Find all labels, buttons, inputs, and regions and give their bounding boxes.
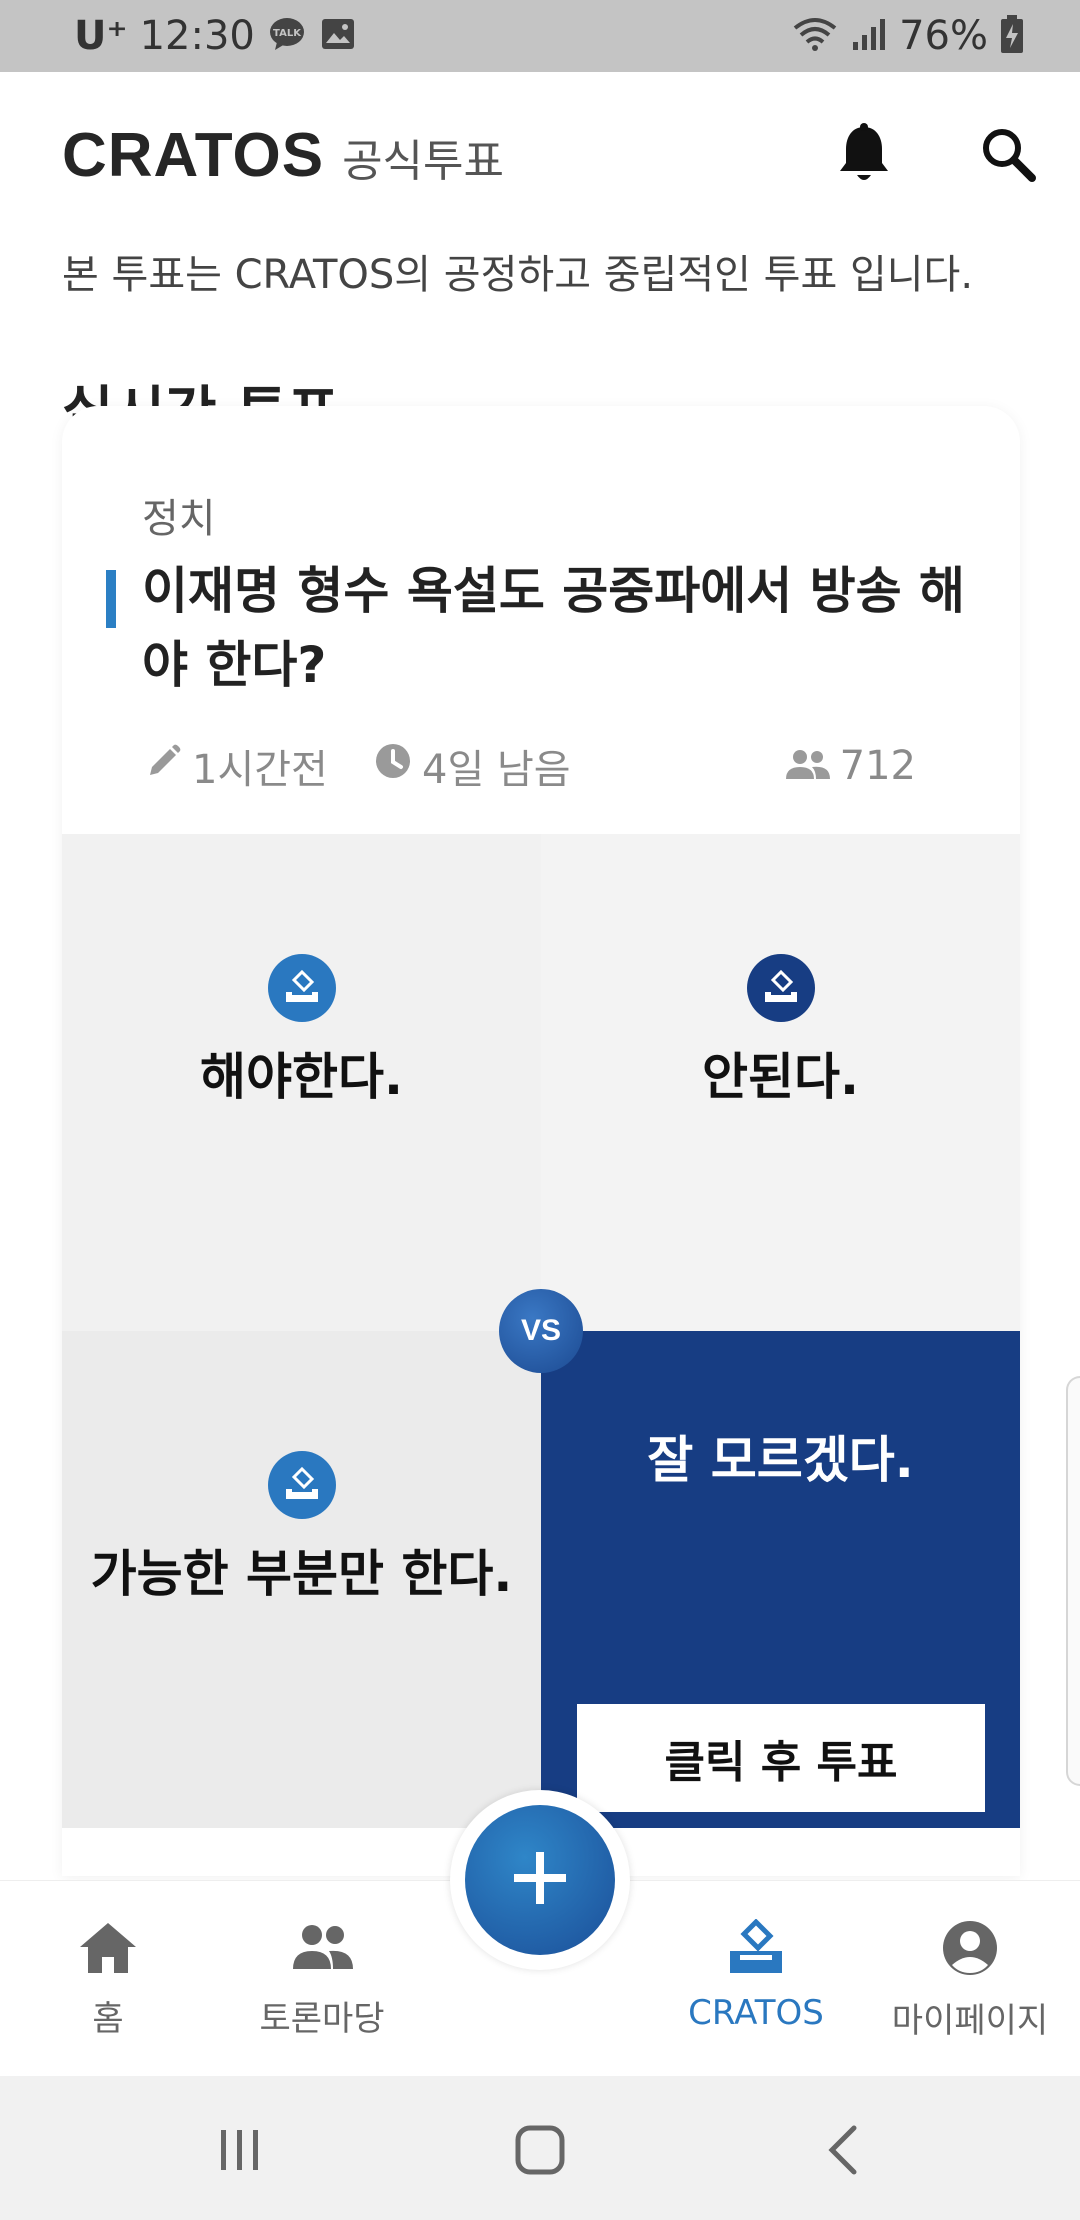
poll-card[interactable]: 정치 이재명 형수 욕설도 공중파에서 방송 해야 한다? 1시간전 4일 남음… <box>62 406 1020 1876</box>
system-home-button[interactable] <box>500 2112 580 2192</box>
poll-category: 정치 <box>142 496 216 542</box>
search-icon <box>979 125 1037 187</box>
page-description: 본 투표는 CRATOS의 공정하고 중립적인 투표 입니다. <box>62 252 974 298</box>
people-icon <box>785 743 830 789</box>
nav-home[interactable]: 홈 <box>8 1881 208 2077</box>
poll-meta: 1시간전 4일 남음 712 <box>146 736 1006 796</box>
ballot-icon <box>726 1918 786 1981</box>
question-accent-bar <box>106 570 116 628</box>
add-poll-button[interactable] <box>465 1805 615 1955</box>
participant-count: 712 <box>785 736 916 796</box>
search-button[interactable] <box>968 116 1048 196</box>
option-label: 해야한다. <box>200 1048 403 1106</box>
back-chevron-icon <box>824 2124 864 2180</box>
option-label: 안된다. <box>702 1048 859 1106</box>
nav-label: 홈 <box>92 1999 124 2039</box>
clock: 12:30 <box>139 13 255 59</box>
vote-option-partial[interactable]: 가능한 부분만 한다. <box>62 1331 541 1828</box>
brand: CRATOS 공식투표 <box>62 120 504 191</box>
svg-text:TALK: TALK <box>273 28 302 39</box>
ballot-icon <box>268 954 336 1022</box>
nav-label: 토론마당 <box>259 1999 385 2039</box>
account-icon <box>941 1919 999 1981</box>
nav-label: 마이페이지 <box>891 2001 1049 2041</box>
pencil-icon <box>146 743 182 789</box>
nav-label: CRATOS <box>688 1993 824 2033</box>
option-label: 잘 모르겠다. <box>647 1431 914 1489</box>
edited-time-label: 1시간전 <box>192 747 328 793</box>
edge-panel-handle[interactable] <box>1066 1376 1080 1786</box>
time-remaining: 4일 남음 <box>374 736 571 796</box>
vote-option-unsure[interactable]: 잘 모르겠다. 클릭 후 투표 <box>541 1331 1020 1828</box>
status-bar: U⁺ 12:30 TALK 76% <box>0 0 1080 72</box>
vote-option-no[interactable]: 안된다. <box>541 834 1020 1331</box>
ballot-icon <box>268 1451 336 1519</box>
gallery-notification-icon <box>319 15 357 57</box>
talk-notification-icon: TALK <box>267 14 307 58</box>
ballot-icon <box>747 954 815 1022</box>
participant-count-label: 712 <box>839 743 916 789</box>
home-square-icon <box>514 2124 566 2180</box>
notifications-button[interactable] <box>824 116 904 196</box>
clock-icon <box>374 742 412 790</box>
brand-title: CRATOS <box>62 121 325 190</box>
recent-apps-icon <box>215 2126 265 2178</box>
nav-mypage[interactable]: 마이페이지 <box>870 1881 1070 2077</box>
back-button[interactable] <box>804 2112 884 2192</box>
people-icon <box>291 1919 353 1979</box>
signal-icon <box>851 16 887 56</box>
wifi-icon <box>791 14 839 58</box>
bell-icon <box>836 123 892 189</box>
nav-cratos[interactable]: CRATOS <box>656 1881 856 2077</box>
option-label: 가능한 부분만 한다. <box>90 1545 513 1603</box>
time-remaining-label: 4일 남음 <box>422 747 571 793</box>
vote-option-yes[interactable]: 해야한다. <box>62 834 541 1331</box>
app-header: CRATOS 공식투표 <box>0 72 1080 232</box>
recent-apps-button[interactable] <box>200 2112 280 2192</box>
battery-percent: 76% <box>899 13 988 59</box>
edited-time: 1시간전 <box>146 736 328 796</box>
home-icon <box>78 1919 138 1979</box>
battery-charging-icon <box>1000 14 1024 58</box>
vs-badge: VS <box>499 1289 583 1373</box>
submit-vote-button[interactable]: 클릭 후 투표 <box>577 1704 985 1812</box>
system-navigation <box>0 2076 1080 2220</box>
carrier-label: U⁺ <box>74 13 128 59</box>
nav-forum[interactable]: 토론마당 <box>222 1881 422 2077</box>
plus-icon <box>508 1846 572 1914</box>
poll-question: 이재명 형수 욕설도 공중파에서 방송 해야 한다? <box>142 562 966 694</box>
brand-subtitle: 공식투표 <box>342 136 504 187</box>
